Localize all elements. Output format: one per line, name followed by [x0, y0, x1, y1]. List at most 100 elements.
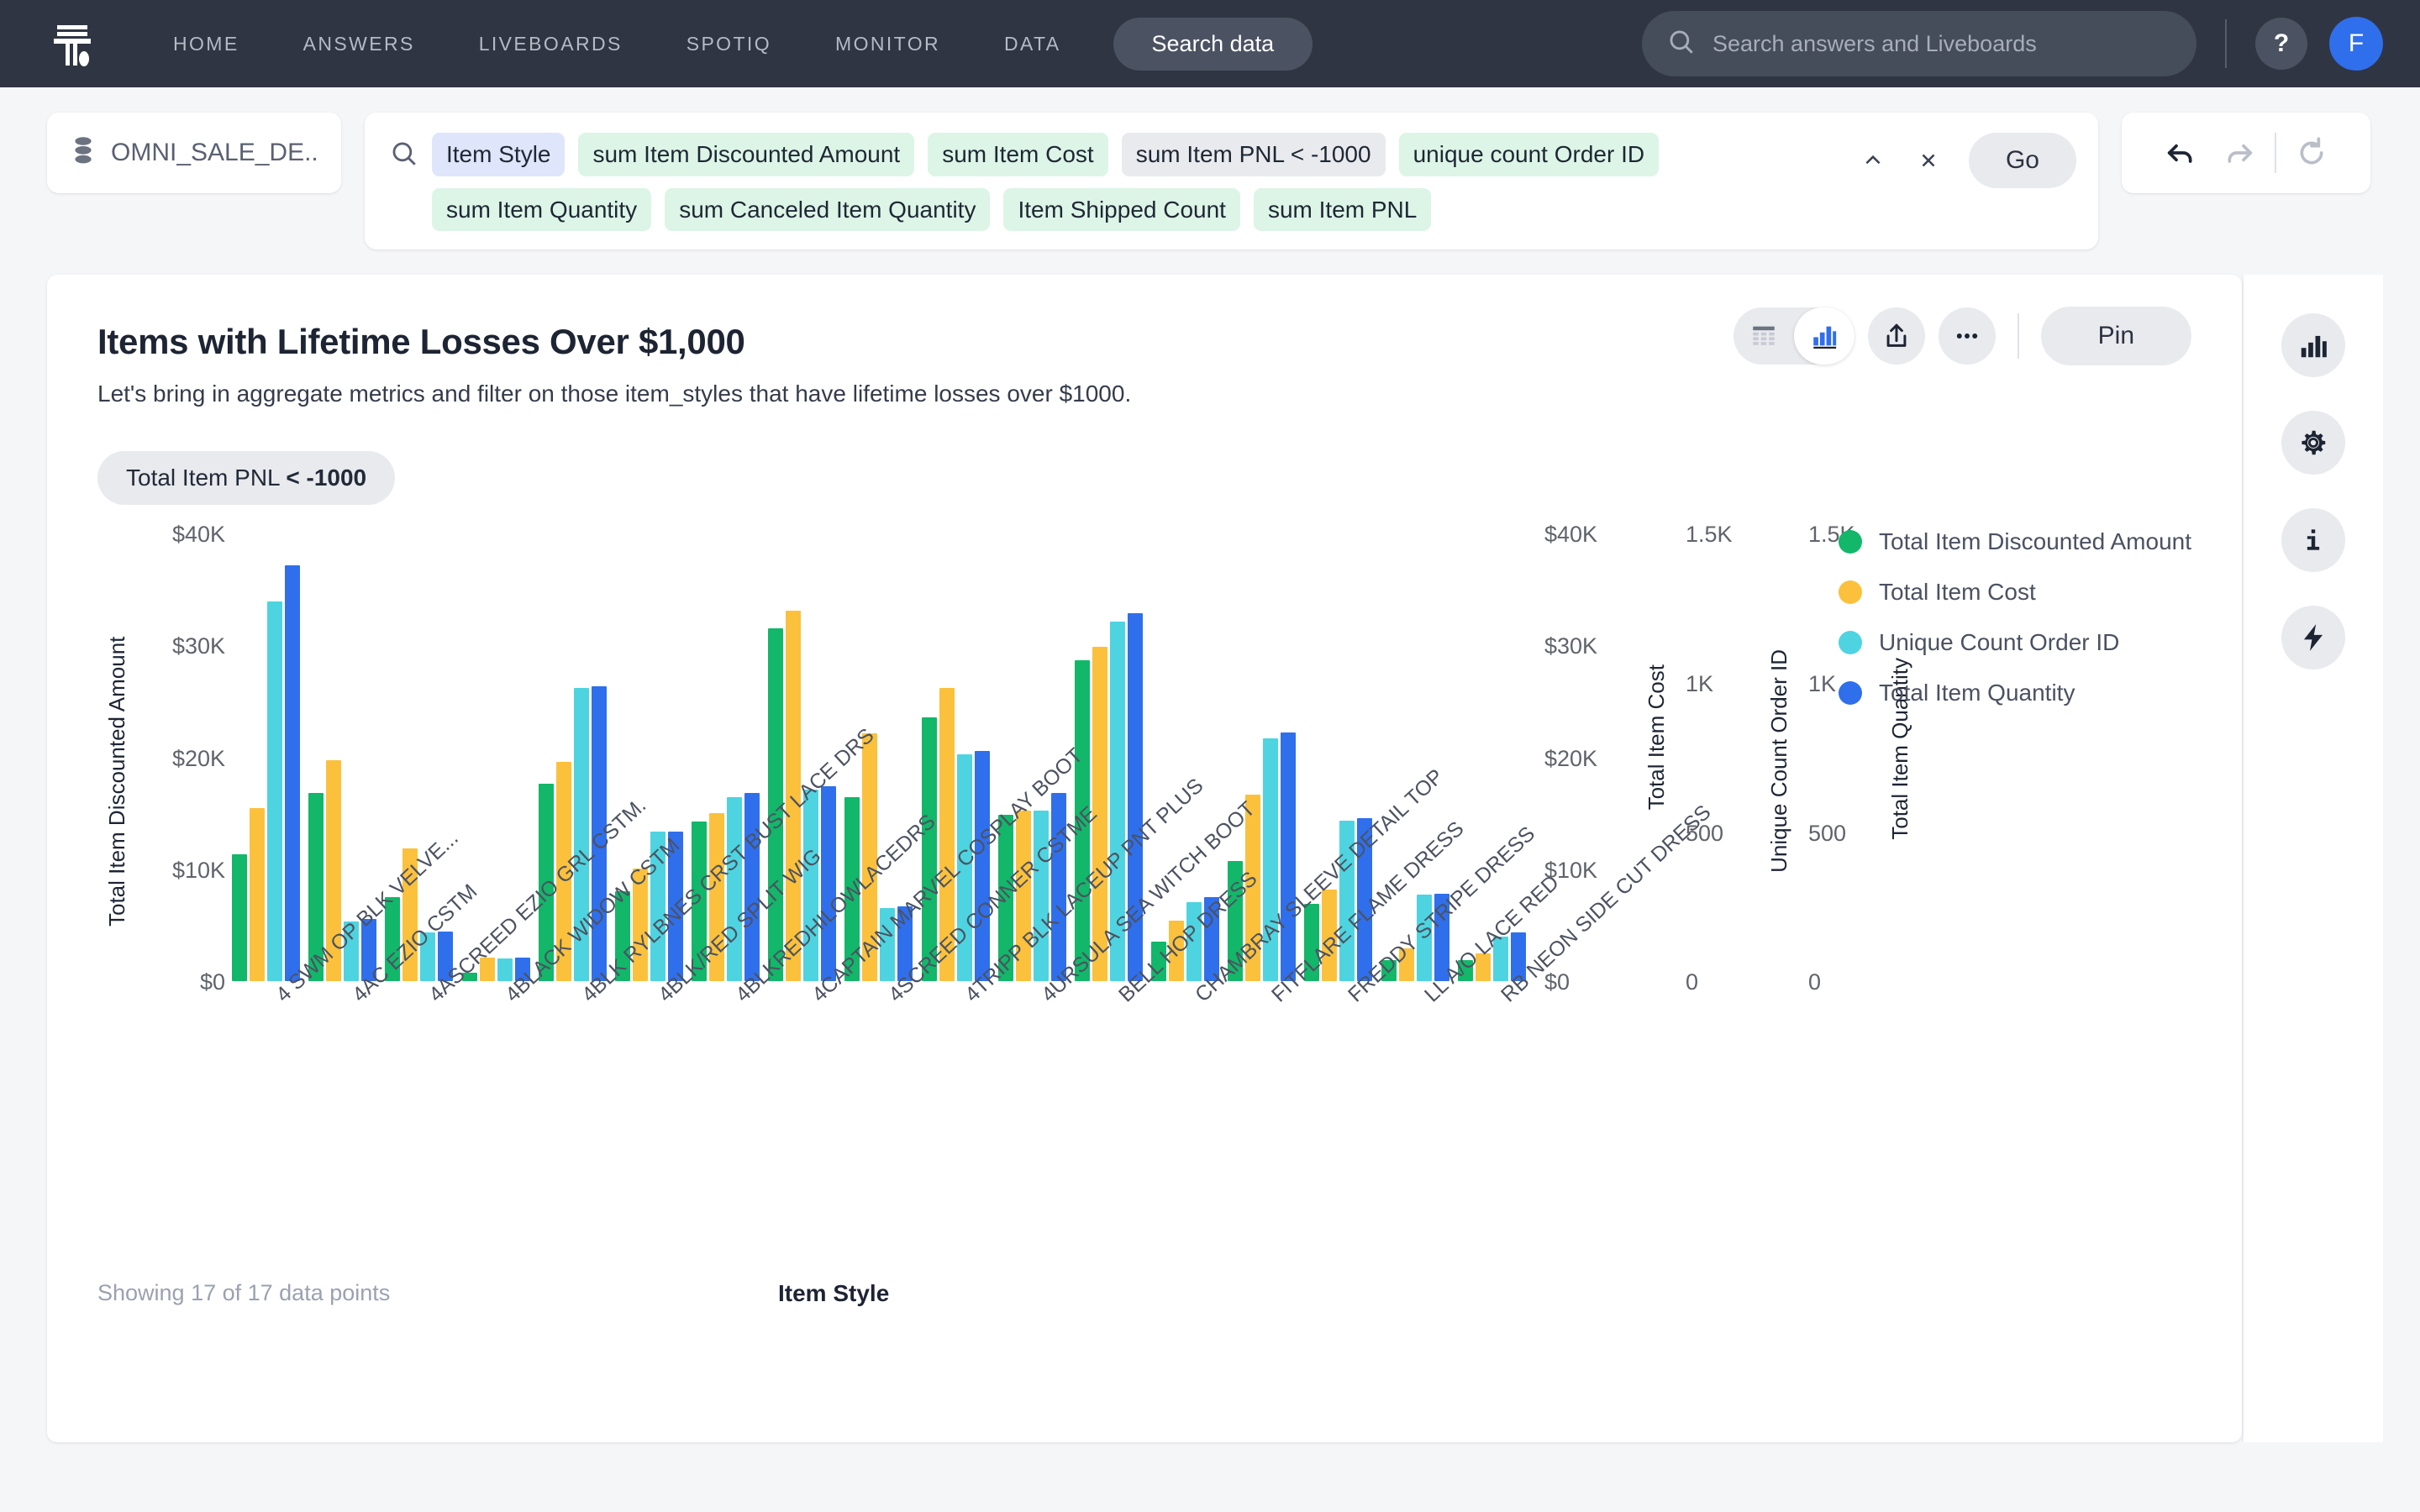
answer-card: Items with Lifetime Losses Over $1,000 L… [47, 275, 2242, 1443]
pin-button[interactable]: Pin [2040, 307, 2191, 366]
table-view-icon[interactable] [1733, 307, 1794, 365]
bar[interactable] [974, 750, 990, 982]
query-token-item-style[interactable]: Item Style [432, 133, 566, 176]
y-axis-tick-quantity-0: 0 [1808, 969, 1822, 995]
plot-area [228, 532, 1530, 982]
query-search-icon [390, 131, 418, 172]
database-icon [71, 136, 96, 171]
query-token-sum-item-quantity[interactable]: sum Item Quantity [432, 187, 652, 232]
legend-item[interactable]: Total Item Cost [1839, 579, 2191, 606]
y-axis-tick-left-10k: $10K [171, 858, 225, 884]
share-icon[interactable] [1867, 307, 1925, 365]
y-axis-tick-quantity-1000: 1K [1808, 671, 1837, 697]
legend-color-swatch [1839, 530, 1863, 554]
query-token-sum-item-discounted-amount[interactable]: sum Item Discounted Amount [578, 133, 915, 176]
y-axis-tick-left-20k: $20K [171, 746, 225, 772]
query-token-item-shipped-count[interactable]: Item Shipped Count [1003, 187, 1240, 232]
global-search-input[interactable]: Search answers and Liveboards [1642, 11, 2196, 76]
legend-color-swatch [1839, 580, 1863, 605]
query-token-unique-count-order-id[interactable]: unique count Order ID [1398, 133, 1660, 176]
collapse-query-button[interactable] [1849, 137, 1897, 184]
legend-color-swatch [1839, 681, 1863, 706]
bar-chart: Total Item Discounted Amount $40K $30K $… [97, 522, 2191, 1330]
bar[interactable] [250, 808, 266, 982]
topnav-divider [2225, 19, 2227, 68]
x-axis-label: Item Style [778, 1279, 890, 1306]
y-axis-tick-left-0: $0 [199, 969, 225, 995]
bar-groups [228, 532, 1530, 982]
info-icon[interactable] [2281, 508, 2345, 573]
bar-group[interactable] [228, 532, 304, 982]
nav-link-liveboards[interactable]: LIVEBOARDS [447, 33, 655, 55]
y-axis-tick-cost-0: $0 [1544, 969, 1570, 995]
bar[interactable] [497, 958, 513, 982]
main-content: Items with Lifetime Losses Over $1,000 L… [0, 249, 2420, 1443]
bar[interactable] [1281, 732, 1297, 982]
query-token-sum-item-pnl[interactable]: sum Item PNL [1253, 187, 1432, 232]
more-options-icon[interactable] [1938, 307, 1996, 365]
query-token-sum-item-cost[interactable]: sum Item Cost [928, 133, 1108, 176]
nav-link-answers[interactable]: ANSWERS [271, 33, 447, 55]
legend-label: Total Item Cost [1879, 579, 2036, 606]
bar[interactable] [285, 565, 301, 982]
clear-query-button[interactable] [1905, 137, 1952, 184]
legend-label: Total Item Quantity [1879, 680, 2075, 706]
data-point-count: Showing 17 of 17 data points [97, 1280, 391, 1306]
filter-chip-total-item-pnl[interactable]: Total Item PNL < -1000 [97, 451, 396, 506]
legend-color-swatch [1839, 631, 1863, 655]
query-token-sum-canceled-item-quantity[interactable]: sum Canceled Item Quantity [665, 187, 991, 232]
data-source-chip[interactable]: OMNI_SALE_DE... [47, 113, 341, 193]
history-divider [2275, 133, 2276, 173]
bar[interactable] [1033, 810, 1049, 982]
nav-link-home[interactable]: HOME [141, 33, 271, 55]
chart-config-icon[interactable] [2281, 313, 2345, 378]
y-axis-tick-left-30k: $30K [171, 633, 225, 659]
bar[interactable] [821, 786, 837, 982]
x-axis-tick-labels: 4 SWM OP BLK VELVE... 4AC EZIO CSTM 4ASCRE… [228, 724, 1716, 1292]
bar[interactable] [727, 796, 743, 982]
y-axis-tick-orders-500: 500 [1686, 821, 1724, 847]
y-axis-label-discounted-amount: Total Item Discounted Amount [104, 636, 129, 927]
reset-icon[interactable] [2288, 129, 2335, 176]
y-axis-tick-cost-20k: $20K [1544, 746, 1598, 772]
nav-link-data[interactable]: DATA [972, 33, 1093, 55]
y-axis-tick-quantity-500: 500 [1808, 821, 1847, 847]
help-button[interactable]: ? [2255, 18, 2307, 70]
top-navigation-bar: HOME ANSWERS LIVEBOARDS SPOTIQ MONITOR D… [0, 0, 2420, 87]
history-controls [2122, 113, 2370, 193]
query-token-sum-item-pnl-filter[interactable]: sum Item PNL < -1000 [1121, 133, 1386, 176]
thoughtspot-logo-icon[interactable] [47, 18, 97, 69]
legend-item[interactable]: Total Item Discounted Amount [1839, 528, 2191, 555]
chart-view-icon[interactable] [1793, 307, 1854, 365]
nav-link-spotiq[interactable]: SPOTIQ [655, 33, 803, 55]
bar[interactable] [267, 601, 283, 982]
redo-icon[interactable] [2216, 129, 2263, 176]
toolbar-divider [2017, 313, 2019, 360]
y-axis-label-unique-count-order-id: Unique Count Order ID [1766, 649, 1791, 874]
legend-item[interactable]: Total Item Quantity [1839, 680, 2191, 706]
y-axis-tick-orders-0: 0 [1686, 969, 1699, 995]
search-data-button[interactable]: Search data [1113, 17, 1313, 71]
search-query-box[interactable]: Item Style sum Item Discounted Amount su… [365, 113, 2098, 250]
avatar[interactable]: F [2329, 17, 2383, 71]
data-source-label: OMNI_SALE_DE... [111, 139, 318, 166]
filter-chip-label: Total Item PNL [126, 465, 287, 491]
global-search-placeholder: Search answers and Liveboards [1712, 30, 2037, 56]
bar[interactable] [232, 854, 248, 982]
chart-footer: Showing 17 of 17 data points Item Style [97, 1280, 2191, 1306]
search-icon [1667, 28, 1696, 60]
go-button[interactable]: Go [1968, 133, 2076, 188]
y-axis-label-total-item-cost: Total Item Cost [1644, 664, 1669, 811]
nav-link-monitor[interactable]: MONITOR [803, 33, 972, 55]
lightning-icon[interactable] [2281, 606, 2345, 670]
undo-icon[interactable] [2157, 129, 2204, 176]
query-actions: Go [1849, 131, 2076, 188]
legend-label: Unique Count Order ID [1879, 629, 2120, 656]
query-token-list: Item Style sum Item Discounted Amount su… [432, 131, 1836, 232]
y-axis-tick-orders-1000: 1K [1686, 671, 1714, 697]
gear-icon[interactable] [2281, 411, 2345, 475]
y-axis-tick-orders-1500: 1.5K [1686, 522, 1733, 548]
page-title: Items with Lifetime Losses Over $1,000 [97, 322, 745, 362]
chart-legend: Total Item Discounted Amount Total Item C… [1839, 528, 2191, 706]
legend-item[interactable]: Unique Count Order ID [1839, 629, 2191, 656]
